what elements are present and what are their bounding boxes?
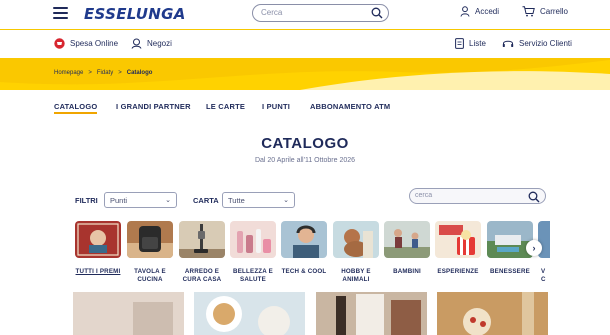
category-label: ANIMALI xyxy=(342,276,370,283)
category-hobby-animali[interactable]: HOBBY E ANIMALI xyxy=(333,221,379,284)
filtri-label: FILTRI xyxy=(75,196,98,205)
chevron-down-icon: ⌄ xyxy=(165,197,171,204)
esselunga-logo[interactable]: ESSELUNGA xyxy=(84,5,186,23)
tab-grandi-partner[interactable]: I GRANDI PARTNER xyxy=(116,102,191,111)
carta-label: CARTA xyxy=(193,196,219,205)
chevron-down-icon: ⌄ xyxy=(283,197,289,204)
product-card[interactable] xyxy=(73,292,184,335)
breadcrumb-current: Catalogo xyxy=(126,70,153,76)
category-label: BELLEZZA E xyxy=(233,268,273,275)
breadcrumb: Homepage > Fidaty > Catalogo xyxy=(54,70,152,76)
search-icon[interactable] xyxy=(528,191,540,203)
breadcrumb-fidaty[interactable]: Fidaty xyxy=(97,70,113,76)
negozi-label: Negozi xyxy=(147,39,172,48)
category-label: V xyxy=(541,268,546,275)
headset-icon xyxy=(502,40,514,47)
search-placeholder: Cerca xyxy=(261,8,283,17)
chevron-right-icon[interactable]: › xyxy=(526,240,542,256)
category-label: TUTTI I PREMI xyxy=(75,268,121,275)
accedi-link[interactable]: Accedi xyxy=(460,6,499,17)
page-title: CATALOGO xyxy=(261,135,349,152)
top-header: ESSELUNGA Cerca Accedi Carrello xyxy=(0,0,610,30)
cosmetics-icon xyxy=(230,221,276,258)
servizio-clienti-link[interactable]: Servizio Clienti xyxy=(502,38,572,49)
tab-le-carte[interactable]: LE CARTE xyxy=(206,102,245,111)
search-icon[interactable] xyxy=(371,7,383,19)
category-label: SALUTE xyxy=(240,276,266,283)
spesa-online-link[interactable]: Spesa Online xyxy=(54,38,118,49)
category-label: BENESSERE xyxy=(490,268,530,275)
category-arredo-cura-casa[interactable]: ARREDO E CURA CASA xyxy=(179,221,225,284)
carta-value: Tutte xyxy=(228,196,245,205)
category-tutti-i-premi[interactable]: TUTTI I PREMI xyxy=(75,221,121,276)
tech-icon xyxy=(281,221,327,258)
category-label: TAVOLA E xyxy=(134,268,166,275)
search-input[interactable]: Cerca xyxy=(252,4,389,22)
category-label: C xyxy=(541,276,546,283)
liste-link[interactable]: Liste xyxy=(455,38,486,49)
kids-icon xyxy=(384,221,430,258)
breadcrumb-separator: > xyxy=(88,70,92,76)
user-icon xyxy=(460,6,470,17)
tab-abbonamento-atm[interactable]: ABBONAMENTO ATM xyxy=(310,102,390,111)
page-subtitle: Dal 20 Aprile all'11 Ottobre 2026 xyxy=(254,157,356,164)
tab-bar: CATALOGO I GRANDI PARTNER LE CARTE I PUN… xyxy=(0,102,610,116)
tab-catalogo[interactable]: CATALOGO xyxy=(54,102,98,114)
category-label: BAMBINI xyxy=(393,268,421,275)
accedi-label: Accedi xyxy=(475,7,500,16)
category-label: ARREDO E xyxy=(184,268,220,275)
cart-icon xyxy=(522,6,535,17)
product-card[interactable] xyxy=(437,292,548,335)
dog-icon xyxy=(333,221,379,258)
filtri-value: Punti xyxy=(110,196,128,205)
category-esperienze[interactable]: ESPERIENZE xyxy=(435,221,481,276)
category-bellezza-salute[interactable]: BELLEZZA E SALUTE xyxy=(230,221,276,284)
air-fryer-icon xyxy=(127,221,173,258)
catalog-search-input[interactable]: cerca xyxy=(409,188,546,204)
cinema-icon xyxy=(435,221,481,258)
carrello-label: Carrello xyxy=(540,7,569,16)
menu-icon[interactable] xyxy=(53,7,68,19)
breadcrumb-separator: > xyxy=(118,70,122,76)
vacuum-icon xyxy=(179,221,225,258)
breadcrumb-home[interactable]: Homepage xyxy=(54,70,83,76)
spesa-online-label: Spesa Online xyxy=(70,39,119,48)
catalog-search-placeholder: cerca xyxy=(415,192,433,199)
category-label: HOBBY E xyxy=(341,268,371,275)
category-label: TECH & COOL xyxy=(281,268,327,275)
liste-label: Liste xyxy=(469,39,486,48)
filtri-select[interactable]: Punti ⌄ xyxy=(104,192,177,208)
product-card[interactable] xyxy=(316,292,427,335)
carta-select[interactable]: Tutte ⌄ xyxy=(222,192,295,208)
list-icon xyxy=(455,38,464,49)
tab-i-punti[interactable]: I PUNTI xyxy=(262,102,290,111)
category-tavola-cucina[interactable]: TAVOLA E CUCINA xyxy=(127,221,173,284)
spa-icon xyxy=(487,221,533,258)
all-prizes-icon xyxy=(75,221,121,258)
spesa-online-icon xyxy=(54,38,65,49)
category-label: CUCINA xyxy=(137,276,163,283)
carrello-link[interactable]: Carrello xyxy=(522,6,568,17)
product-card[interactable] xyxy=(194,292,305,335)
category-label: CURA CASA xyxy=(182,276,222,283)
category-tech-cool[interactable]: TECH & COOL xyxy=(281,221,327,276)
servizio-clienti-label: Servizio Clienti xyxy=(519,39,572,48)
store-locator-icon xyxy=(131,38,142,49)
negozi-link[interactable]: Negozi xyxy=(131,38,172,49)
sub-navigation: Spesa Online Negozi Liste Servizio Clien… xyxy=(0,30,610,58)
category-bambini[interactable]: BAMBINI xyxy=(384,221,430,276)
category-label: ESPERIENZE xyxy=(437,268,479,275)
